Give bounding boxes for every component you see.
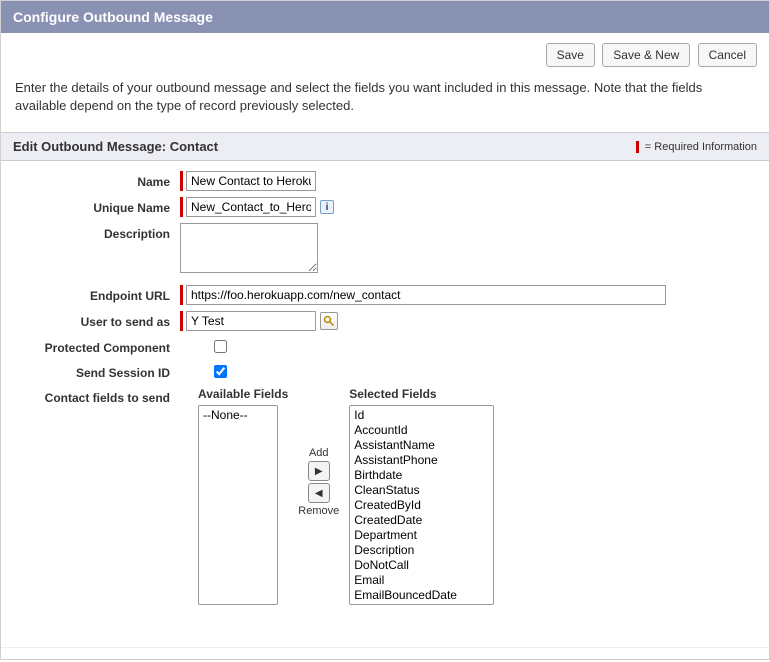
section-header: Edit Outbound Message: Contact = Require… [1, 132, 769, 161]
row-name: Name [15, 171, 755, 191]
label-name: Name [15, 171, 180, 189]
selected-column: Selected Fields IdAccountIdAssistantName… [349, 387, 494, 605]
label-user-to-send-as: User to send as [15, 311, 180, 329]
required-legend: = Required Information [636, 141, 757, 153]
section-header-title: Edit Outbound Message: Contact [13, 139, 218, 154]
available-fields-title: Available Fields [198, 387, 288, 401]
intro-text: Enter the details of your outbound messa… [1, 73, 769, 132]
row-protected-component: Protected Component [15, 337, 755, 356]
page-container: Configure Outbound Message Save Save & N… [0, 0, 770, 660]
add-button[interactable]: ▶ [308, 461, 330, 481]
remove-button[interactable]: ◀ [308, 483, 330, 503]
required-bar-icon [180, 171, 183, 191]
page-title: Configure Outbound Message [13, 9, 213, 25]
arrow-right-icon: ▶ [315, 466, 323, 477]
page-title-bar: Configure Outbound Message [1, 1, 769, 33]
available-fields-select[interactable]: --None-- [198, 405, 278, 605]
available-column: Available Fields --None-- [198, 387, 288, 605]
description-textarea[interactable] [180, 223, 318, 273]
required-bar-icon [180, 311, 183, 331]
duelling-picklist: Available Fields --None-- Add ▶ ◀ Remove [198, 387, 494, 605]
lookup-user-button[interactable] [320, 312, 338, 330]
arrow-left-icon: ◀ [315, 488, 323, 499]
cancel-button[interactable]: Cancel [698, 43, 757, 67]
send-session-id-checkbox[interactable] [214, 365, 227, 378]
save-button[interactable]: Save [546, 43, 595, 67]
required-bar-icon [180, 285, 183, 305]
user-to-send-as-input[interactable] [186, 311, 316, 331]
required-legend-text: = Required Information [645, 141, 757, 153]
selected-fields-select[interactable]: IdAccountIdAssistantNameAssistantPhoneBi… [349, 405, 494, 605]
label-contact-fields-to-send: Contact fields to send [15, 387, 180, 405]
label-endpoint-url: Endpoint URL [15, 285, 180, 303]
row-user-to-send-as: User to send as [15, 311, 755, 331]
protected-component-checkbox[interactable] [214, 340, 227, 353]
info-icon[interactable]: i [320, 200, 334, 214]
label-protected-component: Protected Component [15, 337, 180, 355]
add-label: Add [309, 447, 329, 459]
remove-label: Remove [298, 505, 339, 517]
name-input[interactable] [186, 171, 316, 191]
row-endpoint-url: Endpoint URL [15, 285, 755, 305]
search-icon [323, 315, 335, 327]
row-send-session-id: Send Session ID [15, 362, 755, 381]
form-area: Name Unique Name i Description Endpoint … [1, 161, 769, 631]
required-bar-icon [180, 197, 183, 217]
selected-fields-title: Selected Fields [349, 387, 494, 401]
row-description: Description [15, 223, 755, 273]
duel-controls: Add ▶ ◀ Remove [298, 387, 339, 517]
label-unique-name: Unique Name [15, 197, 180, 215]
row-unique-name: Unique Name i [15, 197, 755, 217]
label-description: Description [15, 223, 180, 241]
row-contact-fields-to-send: Contact fields to send Available Fields … [15, 387, 755, 605]
endpoint-url-input[interactable] [186, 285, 666, 305]
unique-name-input[interactable] [186, 197, 316, 217]
required-bar-icon [636, 141, 639, 153]
save-and-new-button[interactable]: Save & New [602, 43, 690, 67]
label-send-session-id: Send Session ID [15, 362, 180, 380]
top-button-row: Save Save & New Cancel [1, 33, 769, 73]
bottom-divider [1, 647, 769, 659]
